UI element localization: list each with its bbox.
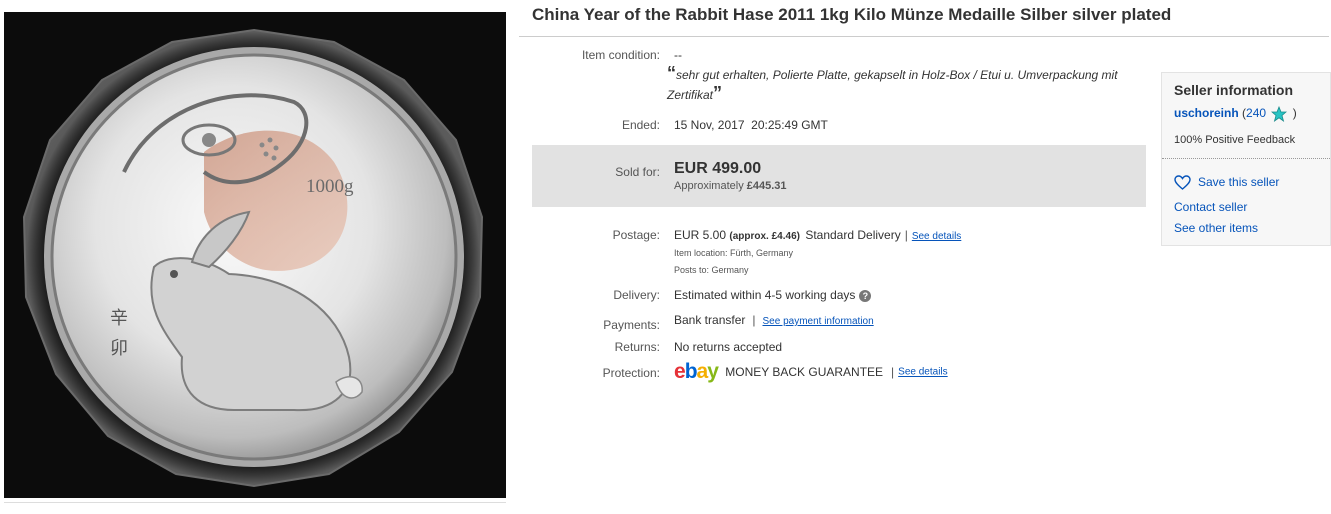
protection-see-details-link[interactable]: See details (898, 367, 947, 378)
postage-price: EUR 5.00 (674, 228, 727, 242)
save-seller-label: Save this seller (1198, 175, 1280, 189)
condition-quote-block: “sehr gut erhalten, Polierte Platte, gek… (667, 63, 1147, 105)
item-location: Item location: Fürth, Germany (674, 248, 794, 258)
seller-panel-divider (1162, 158, 1331, 159)
coin-weight-text: 1000g (306, 176, 354, 197)
coin-illustration: 1000g 辛 卯 (4, 12, 506, 498)
contact-seller-link[interactable]: Contact seller (1174, 200, 1247, 214)
product-image[interactable]: 1000g 辛 卯 (4, 12, 506, 498)
condition-label: Item condition: (581, 48, 660, 62)
feedback-star-icon (1271, 106, 1288, 122)
close-quote: ” (713, 83, 723, 103)
postage-label: Postage: (612, 228, 660, 242)
item-title: China Year of the Rabbit Hase 2011 1kg K… (532, 5, 1172, 24)
open-quote: “ (667, 63, 676, 83)
condition-value: -- (674, 48, 682, 62)
posts-to: Posts to: Germany (674, 265, 749, 275)
payments-row: Bank transfer | See payment information (674, 313, 874, 327)
seller-info-heading: Seller information (1174, 82, 1294, 98)
delivery-label: Delivery: (613, 288, 660, 302)
returns-label: Returns: (614, 340, 660, 354)
protection-row: ebay MONEY BACK GUARANTEE | See details (674, 360, 948, 384)
postage-approx: (approx. £4.46) (729, 231, 800, 242)
separator: | (904, 228, 908, 242)
close-paren: ) (1292, 106, 1297, 121)
seller-info-panel: Seller information uschoreinh (240 ) 100… (1161, 72, 1331, 246)
money-back-guarantee: MONEY BACK GUARANTEE (725, 365, 884, 379)
ended-label: Ended: (621, 118, 660, 132)
payments-label: Payments: (603, 318, 660, 332)
sold-price: EUR 499.00 (674, 160, 762, 177)
see-other-items-link[interactable]: See other items (1174, 221, 1258, 235)
postage-service: Standard Delivery (805, 228, 901, 242)
approx-price: Approximately £445.31 (674, 180, 787, 192)
payments-value: Bank transfer (674, 313, 746, 327)
image-divider (4, 502, 506, 503)
separator: | (752, 313, 756, 327)
delivery-row: Estimated within 4-5 working days? (674, 288, 872, 302)
postage-see-details-link[interactable]: See details (912, 231, 961, 242)
help-icon[interactable]: ? (859, 289, 872, 302)
title-divider (519, 36, 1329, 37)
coin-character-1: 辛 (110, 308, 128, 329)
coin-character-2: 卯 (110, 338, 128, 359)
positive-feedback: 100% Positive Feedback (1174, 134, 1296, 146)
separator: | (891, 365, 895, 379)
save-seller-link[interactable]: Save this seller (1174, 175, 1280, 191)
approx-prefix: Approximately (674, 180, 744, 192)
feedback-score-link[interactable]: 240 (1246, 106, 1266, 120)
delivery-value: Estimated within 4-5 working days (674, 288, 856, 302)
sold-for-label: Sold for: (615, 165, 660, 179)
ended-value: 15 Nov, 2017 20:25:49 GMT (674, 118, 828, 132)
seller-username-link[interactable]: uschoreinh (1174, 106, 1239, 120)
protection-label: Protection: (602, 366, 660, 380)
seller-name-row: uschoreinh (240 ) (1174, 106, 1297, 122)
payment-information-link[interactable]: See payment information (763, 316, 874, 327)
approx-value: £445.31 (746, 180, 787, 192)
returns-value: No returns accepted (674, 340, 783, 354)
condition-quote: sehr gut erhalten, Polierte Platte, geka… (667, 68, 1118, 102)
heart-icon (1174, 175, 1191, 191)
postage-row: EUR 5.00 (approx. £4.46) Standard Delive… (674, 228, 961, 242)
ebay-logo: ebay (674, 360, 719, 383)
